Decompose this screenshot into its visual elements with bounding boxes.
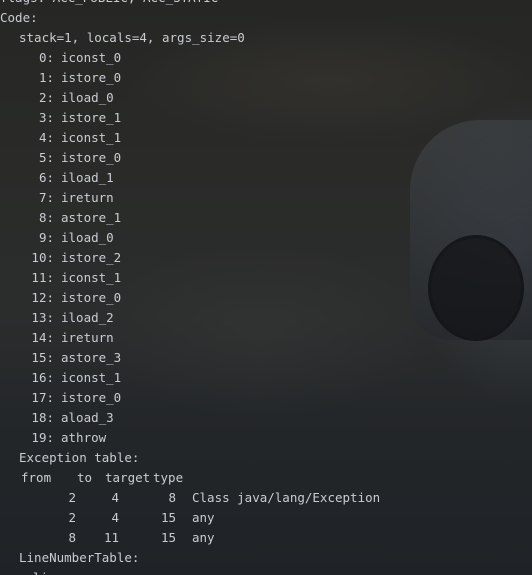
exception-table-rows: 2 4 8 Class java/lang/Exception 2 4 15 any 8 11 15… (0, 488, 532, 548)
instruction-opcode: istore_0 (61, 70, 122, 85)
instruction-opcode: iconst_1 (61, 370, 122, 385)
instruction-row: 6: iload_1 (0, 168, 532, 188)
header-type: type (153, 470, 184, 485)
instruction-index: 14: (31, 330, 54, 345)
header-from: from (21, 470, 52, 485)
line-number-table-label: LineNumberTable: (19, 550, 140, 565)
instruction-index: 11: (31, 270, 54, 285)
instruction-opcode: istore_0 (61, 290, 122, 305)
instruction-opcode: iload_2 (61, 310, 114, 325)
exception-type-cell: any (192, 530, 215, 545)
exception-type-cell: Class java/lang/Exception (192, 490, 381, 505)
instruction-index: 16: (31, 370, 54, 385)
instruction-row: 1: istore_0 (0, 68, 532, 88)
instruction-index: 0: (38, 50, 54, 65)
instruction-opcode: iconst_0 (61, 50, 122, 65)
code-label: Code: (0, 10, 38, 25)
stack-info-line: stack=1, locals=4, args_size=0 (19, 30, 245, 45)
bytecode-output: flags: ACC_PUBLIC, ACC_STATIC Code: stac… (0, 0, 532, 575)
header-target: target (105, 470, 151, 485)
instruction-index: 7: (38, 190, 54, 205)
instruction-index: 17: (31, 390, 54, 405)
instruction-row: 10: istore_2 (0, 248, 532, 268)
instruction-index: 5: (38, 150, 54, 165)
exception-to-cell: 4 (111, 510, 119, 525)
exception-target-cell: 15 (160, 510, 176, 525)
instruction-row: 14: ireturn (0, 328, 532, 348)
instruction-index: 10: (31, 250, 54, 265)
instruction-index: 6: (38, 170, 54, 185)
instruction-index: 3: (38, 110, 54, 125)
instruction-row: 19: athrow (0, 428, 532, 448)
instruction-opcode: iload_1 (61, 170, 114, 185)
instruction-row: 4: iconst_1 (0, 128, 532, 148)
line-number-table-partial: line (0, 568, 532, 575)
exception-table-row: 8 11 15 any (0, 528, 532, 548)
exception-table-row: 2 4 15 any (0, 508, 532, 528)
instruction-opcode: iconst_1 (61, 270, 122, 285)
instruction-row: 2: iload_0 (0, 88, 532, 108)
instruction-row: 0: iconst_0 (0, 48, 532, 68)
exception-target-cell: 8 (168, 490, 176, 505)
instruction-index: 1: (38, 70, 54, 85)
flags-line: flags: ACC_PUBLIC, ACC_STATIC (0, 0, 532, 8)
exception-target-cell: 15 (160, 530, 176, 545)
instruction-opcode: aload_3 (61, 410, 114, 425)
exception-from-cell: 8 (68, 530, 76, 545)
instruction-row: 7: ireturn (0, 188, 532, 208)
instruction-opcode: astore_1 (61, 210, 122, 225)
instruction-index: 15: (31, 350, 54, 365)
instruction-index: 18: (31, 410, 54, 425)
instruction-row: 8: astore_1 (0, 208, 532, 228)
instruction-row: 18: aload_3 (0, 408, 532, 428)
exception-to-cell: 11 (103, 530, 119, 545)
instruction-opcode: athrow (61, 430, 107, 445)
exception-type-cell: any (192, 510, 215, 525)
instruction-opcode: iload_0 (61, 90, 114, 105)
exception-table-row: 2 4 8 Class java/lang/Exception (0, 488, 532, 508)
instruction-index: 13: (31, 310, 54, 325)
header-to: to (77, 470, 93, 485)
instruction-opcode: ireturn (61, 330, 114, 345)
instruction-row: 17: istore_0 (0, 388, 532, 408)
exception-from-cell: 2 (68, 510, 76, 525)
exception-from-cell: 2 (68, 490, 76, 505)
instruction-row: 9: iload_0 (0, 228, 532, 248)
instruction-index: 8: (38, 210, 54, 225)
instruction-opcode: istore_2 (61, 250, 122, 265)
instruction-row: 13: iload_2 (0, 308, 532, 328)
instruction-opcode: ireturn (61, 190, 114, 205)
instruction-row: 15: astore_3 (0, 348, 532, 368)
instruction-row: 5: istore_0 (0, 148, 532, 168)
instruction-row: 12: istore_0 (0, 288, 532, 308)
exception-to-cell: 4 (111, 490, 119, 505)
instruction-opcode: istore_0 (61, 390, 122, 405)
instruction-list: 0: iconst_0 1: istore_0 2: iload_0 3: istore_1 4… (0, 48, 532, 448)
instruction-row: 3: istore_1 (0, 108, 532, 128)
instruction-index: 19: (31, 430, 54, 445)
instruction-opcode: istore_1 (61, 110, 122, 125)
instruction-opcode: astore_3 (61, 350, 122, 365)
instruction-index: 2: (38, 90, 54, 105)
instruction-row: 16: iconst_1 (0, 368, 532, 388)
exception-table-header: from to target type (0, 468, 532, 488)
instruction-index: 12: (31, 290, 54, 305)
instruction-opcode: istore_0 (61, 150, 122, 165)
instruction-row: 11: iconst_1 (0, 268, 532, 288)
instruction-index: 4: (38, 130, 54, 145)
instruction-opcode: iconst_1 (61, 130, 122, 145)
instruction-opcode: iload_0 (61, 230, 114, 245)
exception-table-label: Exception table: (19, 450, 140, 465)
instruction-index: 9: (38, 230, 54, 245)
